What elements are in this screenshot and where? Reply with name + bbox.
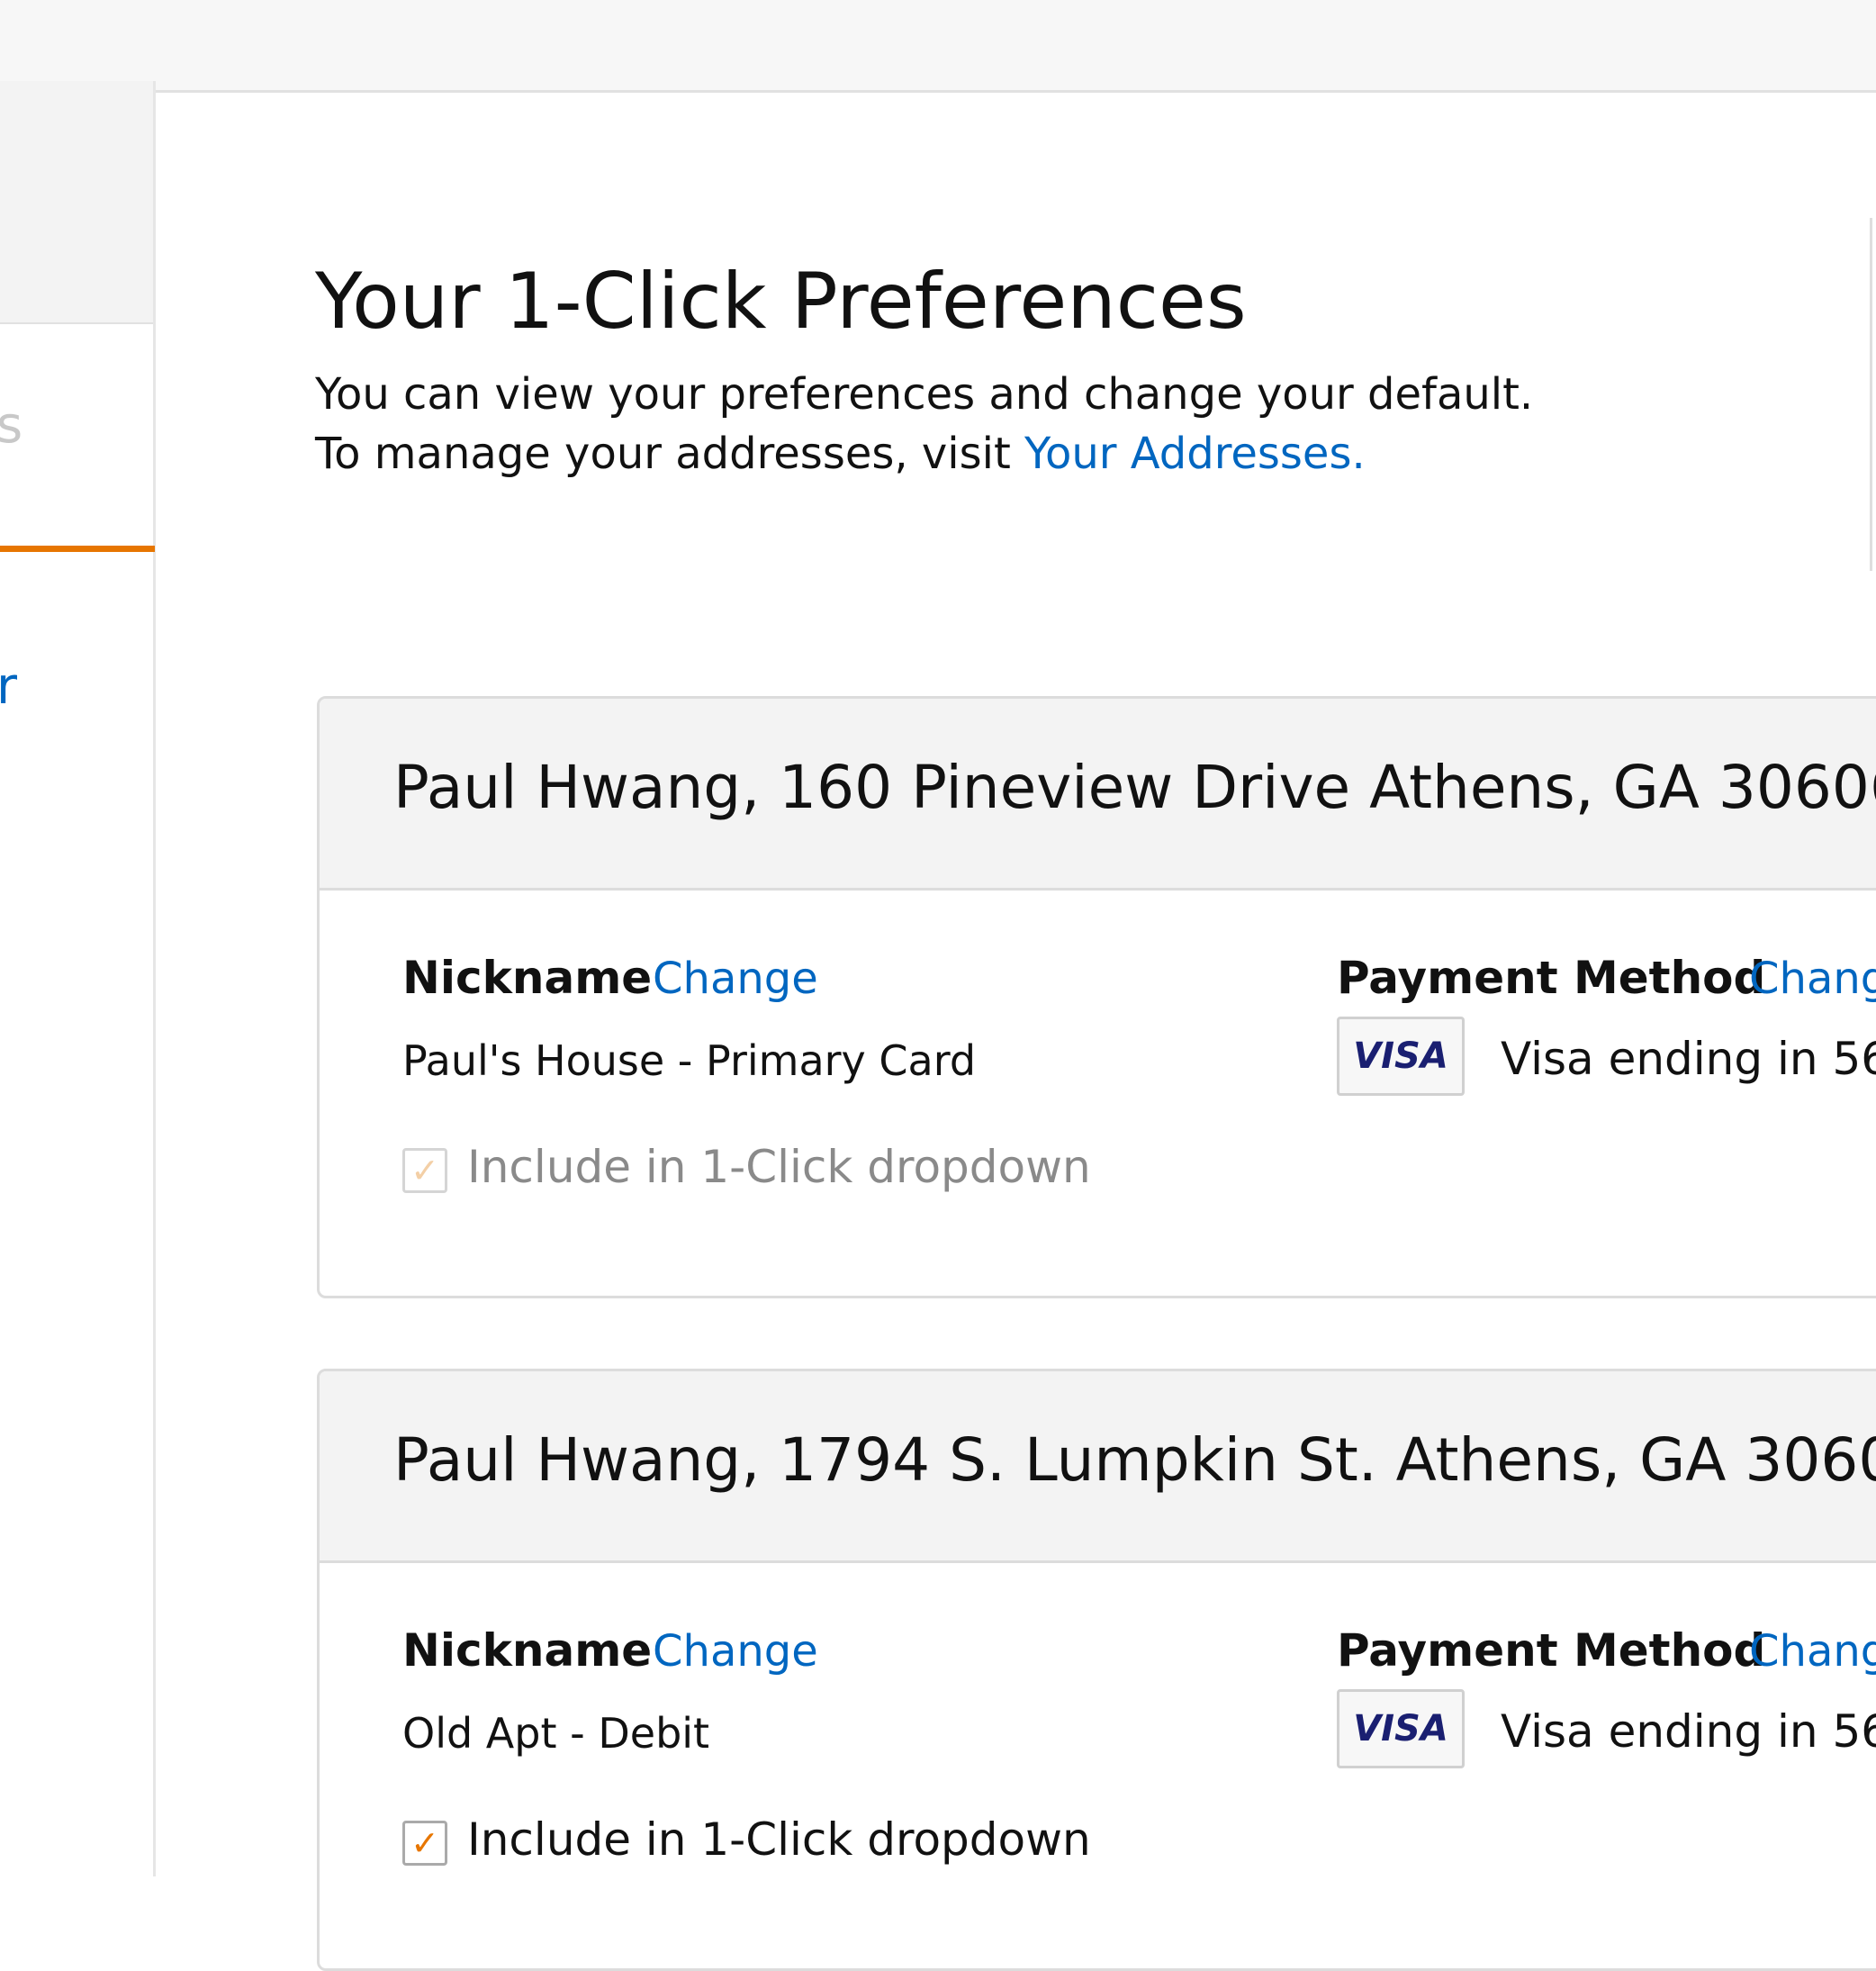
- payment-method-label: Payment Method: [1337, 1624, 1766, 1677]
- sidebar-link-fragment[interactable]: r: [0, 657, 17, 716]
- sidebar-header-box: [0, 81, 153, 324]
- card-address: Paul Hwang, 160 Pineview Drive Athens, G…: [393, 753, 1876, 822]
- nickname-value: Old Apt - Debit: [402, 1709, 710, 1758]
- nickname-label: Nickname: [402, 952, 653, 1004]
- sidebar-active-indicator: [0, 546, 155, 552]
- include-dropdown-label: Include in 1-Click dropdown: [467, 1813, 1091, 1866]
- subtitle-line-1: You can view your preferences and change…: [315, 369, 1534, 420]
- subtitle-line-2-text: To manage your addresses, visit: [315, 429, 1025, 479]
- subtitle-line-2: To manage your addresses, visit Your Add…: [315, 424, 1533, 484]
- card-ending-text: Visa ending in 56: [1501, 1033, 1876, 1085]
- payment-method-label: Payment Method: [1337, 952, 1766, 1004]
- card-body: Nickname Change Paul's House - Primary C…: [320, 891, 1876, 1296]
- include-dropdown-checkbox[interactable]: ✓: [402, 1148, 447, 1193]
- change-nickname-link[interactable]: Change: [653, 954, 818, 1004]
- visa-card-icon: VISA: [1337, 1689, 1465, 1768]
- your-addresses-link[interactable]: Your Addresses.: [1024, 429, 1366, 479]
- preference-card-1: Paul Hwang, 160 Pineview Drive Athens, G…: [317, 696, 1876, 1298]
- page-subtitle: You can view your preferences and change…: [315, 365, 1533, 484]
- nickname-label: Nickname: [402, 1624, 653, 1677]
- change-nickname-link[interactable]: Change: [653, 1626, 818, 1677]
- visa-card-icon: VISA: [1337, 1017, 1465, 1096]
- top-navigation-bar: [0, 0, 1876, 93]
- left-sidebar: s r: [0, 81, 156, 1876]
- card-header: Paul Hwang, 1794 S. Lumpkin St. Athens, …: [320, 1371, 1876, 1563]
- page-title: Your 1-Click Preferences: [315, 257, 1247, 347]
- change-payment-link[interactable]: Chang: [1749, 954, 1876, 1004]
- include-dropdown-label: Include in 1-Click dropdown: [467, 1141, 1091, 1193]
- card-header: Paul Hwang, 160 Pineview Drive Athens, G…: [320, 699, 1876, 891]
- card-ending-text: Visa ending in 56: [1501, 1705, 1876, 1758]
- card-address: Paul Hwang, 1794 S. Lumpkin St. Athens, …: [393, 1425, 1876, 1495]
- preference-card-2: Paul Hwang, 1794 S. Lumpkin St. Athens, …: [317, 1369, 1876, 1971]
- sidebar-fragment-text: s: [0, 396, 23, 455]
- right-panel-edge: [1870, 218, 1872, 571]
- change-payment-link[interactable]: Chang: [1749, 1626, 1876, 1677]
- nickname-value: Paul's House - Primary Card: [402, 1036, 977, 1085]
- include-dropdown-checkbox[interactable]: ✓: [402, 1821, 447, 1866]
- card-body: Nickname Change Old Apt - Debit ✓ Includ…: [320, 1563, 1876, 1968]
